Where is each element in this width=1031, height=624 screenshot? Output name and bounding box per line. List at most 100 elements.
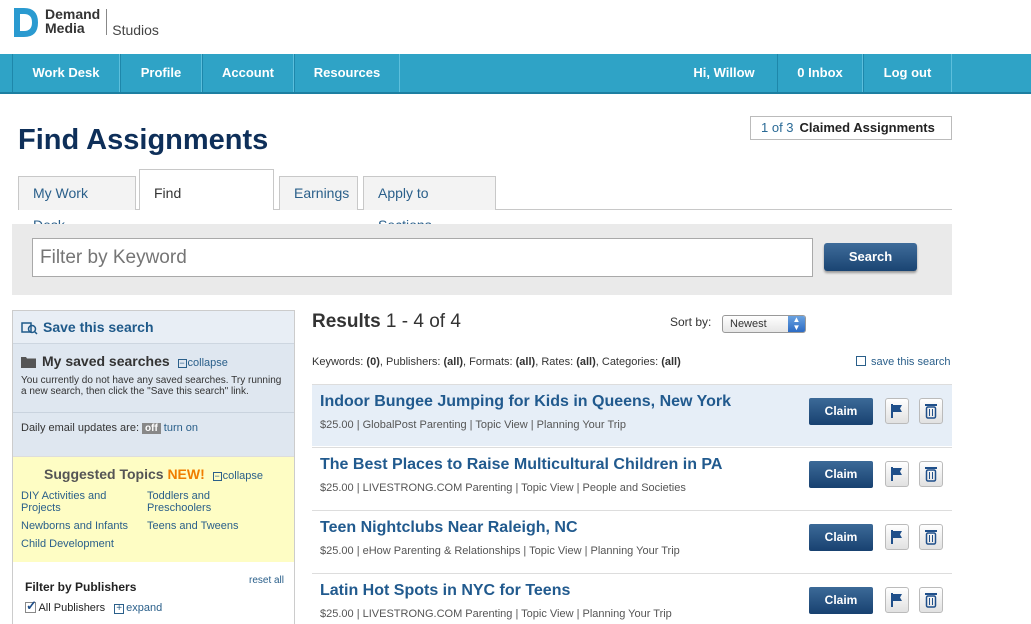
logo[interactable]: Demand Media Studios (12, 7, 159, 38)
flag-button[interactable] (885, 524, 909, 550)
result-row: Latin Hot Spots in NYC for Teens $25.00 … (312, 573, 952, 624)
criteria-key: Categories: (601, 356, 659, 368)
suggested-topics: Suggested Topics NEW! − collapse DIY Acti… (13, 456, 294, 562)
sort-value: Newest (730, 318, 767, 330)
result-title[interactable]: Teen Nightclubs Near Raleigh, NC (320, 519, 578, 537)
nav-account[interactable]: Account (202, 54, 294, 92)
result-title[interactable]: Indoor Bungee Jumping for Kids in Queens… (320, 393, 731, 411)
claim-button[interactable]: Claim (809, 587, 873, 614)
flag-icon (891, 593, 902, 607)
folder-icon (21, 357, 36, 368)
result-meta: $25.00 | LIVESTRONG.COM Parenting | Topi… (320, 482, 686, 494)
save-this-search-label: save this search (871, 356, 951, 368)
nav-profile[interactable]: Profile (120, 54, 202, 92)
turn-on-link[interactable]: turn on (164, 422, 198, 434)
suggested-collapse-toggle[interactable]: − collapse (212, 470, 263, 482)
trash-button[interactable] (919, 398, 943, 424)
criteria-value: (all) (443, 356, 464, 368)
nav-work-desk[interactable]: Work Desk (12, 54, 120, 92)
all-publishers-label: All Publishers (38, 602, 106, 614)
collapse-label: collapse (187, 357, 228, 369)
brand-line2: Media (45, 20, 85, 36)
flag-button[interactable] (885, 398, 909, 424)
trash-button[interactable] (919, 461, 943, 487)
trash-icon (925, 467, 937, 482)
tab-earnings[interactable]: Earnings (279, 176, 358, 210)
criteria-key: Keywords: (312, 356, 364, 368)
saved-searches-title: My saved searches (42, 353, 170, 369)
trash-button[interactable] (919, 587, 943, 613)
result-row: Indoor Bungee Jumping for Kids in Queens… (312, 384, 952, 446)
claimed-assignments-box[interactable]: 1 of 3 Claimed Assignments (750, 116, 952, 140)
trash-icon (925, 530, 937, 545)
save-icon (856, 356, 866, 366)
sort-label: Sort by: (670, 315, 712, 329)
daily-email-label: Daily email updates are: (21, 422, 140, 434)
suggested-title: Suggested Topics (44, 466, 164, 482)
minus-icon: − (212, 471, 222, 481)
topic-link[interactable]: Teens and Tweens (147, 520, 277, 532)
criteria-value: (all) (515, 356, 536, 368)
results-range: 1 - 4 of 4 (385, 311, 461, 332)
sort-select[interactable]: Newest ▲ ▼ (722, 315, 806, 333)
tab-my-work-desk[interactable]: My Work Desk (18, 176, 136, 233)
save-this-search-link[interactable]: save this search (856, 356, 950, 368)
saved-searches-block: My saved searches − collapse You currentl… (13, 344, 294, 456)
criteria-key: Rates: (541, 356, 574, 368)
main-nav: Work Desk Profile Account Resources Hi, … (0, 54, 1031, 94)
result-row: The Best Places to Raise Multicultural C… (312, 447, 952, 509)
flag-button[interactable] (885, 461, 909, 487)
save-search-header[interactable]: Save this search (13, 311, 294, 344)
claim-button[interactable]: Claim (809, 398, 873, 425)
select-arrows-icon: ▲ ▼ (788, 316, 805, 332)
nav-greeting: Hi, Willow (693, 65, 755, 80)
expand-toggle[interactable]: + expand (114, 602, 162, 614)
filter-publishers-title: Filter by Publishers (25, 580, 137, 594)
criteria-value: (0) (366, 356, 380, 368)
daily-email-off-badge: off (142, 423, 161, 434)
nav-resources[interactable]: Resources (294, 54, 400, 92)
plus-icon: + (114, 604, 125, 614)
criteria-value: (all) (661, 356, 681, 368)
logo-icon (14, 8, 38, 37)
results-heading: Results 1 - 4 of 4 (312, 311, 461, 333)
tab-apply-to-sections[interactable]: Apply to Sections (363, 176, 496, 233)
sidebar: Save this search My saved searches − coll… (12, 310, 295, 624)
minus-icon: − (177, 358, 187, 368)
trash-icon (925, 593, 937, 608)
claim-button[interactable]: Claim (809, 524, 873, 551)
search-button[interactable]: Search (824, 243, 917, 271)
save-search-label: Save this search (43, 319, 154, 335)
trash-button[interactable] (919, 524, 943, 550)
topic-link[interactable]: Child Development (21, 538, 147, 550)
nav-logout[interactable]: Log out (863, 54, 952, 92)
search-band: Search (12, 224, 952, 295)
header: Demand Media Studios (0, 0, 1031, 54)
result-title[interactable]: The Best Places to Raise Multicultural C… (320, 456, 722, 474)
result-title[interactable]: Latin Hot Spots in NYC for Teens (320, 582, 570, 600)
nav-inbox[interactable]: 0 Inbox (777, 54, 863, 92)
reset-all-link[interactable]: reset all (249, 575, 284, 586)
page-title: Find Assignments (18, 124, 269, 156)
result-meta: $25.00 | eHow Parenting & Relationships … (320, 545, 680, 557)
filter-publishers: Filter by Publishers reset all All Publi… (13, 562, 294, 624)
topic-link[interactable]: DIY Activities and Projects (21, 490, 147, 514)
flag-icon (891, 467, 902, 481)
flag-icon (891, 404, 902, 418)
topic-link[interactable]: Newborns and Infants (21, 520, 147, 532)
tab-bar: My Work Desk Find Assignments Earnings A… (18, 169, 952, 247)
brand-sub: Studios (106, 9, 159, 37)
claim-button[interactable]: Claim (809, 461, 873, 488)
topic-link[interactable]: Toddlers and Preschoolers (147, 490, 277, 514)
expand-label: expand (126, 602, 163, 614)
search-criteria: Keywords: (0), Publishers: (all), Format… (312, 356, 681, 368)
flag-button[interactable] (885, 587, 909, 613)
result-meta: $25.00 | LIVESTRONG.COM Parenting | Topi… (320, 608, 672, 620)
saved-collapse-toggle[interactable]: − collapse (177, 357, 228, 369)
search-input[interactable] (32, 238, 813, 277)
results-label: Results (312, 311, 381, 332)
daily-email-row: Daily email updates are: off turn on (13, 412, 294, 434)
all-publishers-checkbox[interactable] (25, 598, 37, 614)
tab-find-assignments[interactable]: Find Assignments (139, 169, 274, 247)
criteria-key: Publishers: (386, 356, 441, 368)
